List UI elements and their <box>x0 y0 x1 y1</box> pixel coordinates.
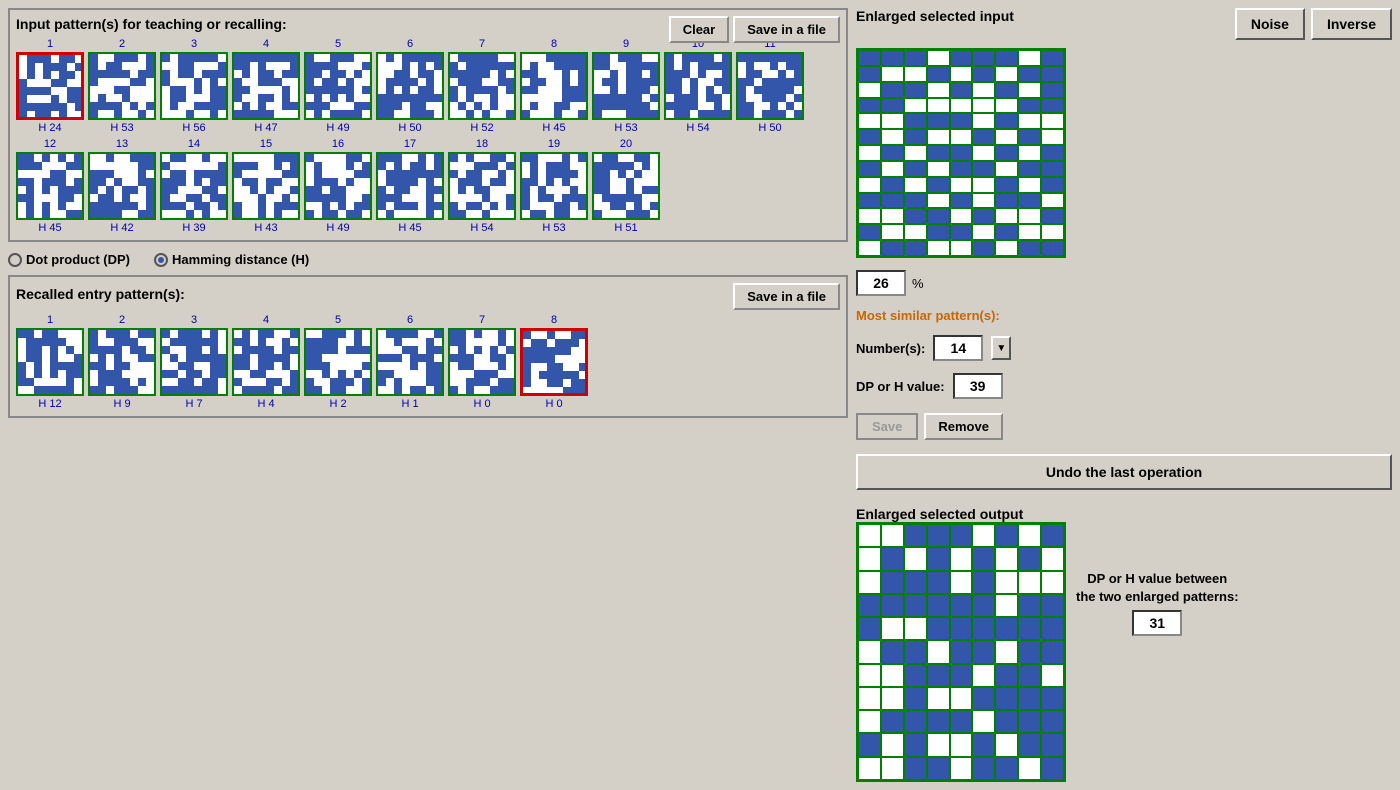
inverse-button[interactable]: Inverse <box>1311 8 1392 40</box>
save-file-button[interactable]: Save in a file <box>733 16 840 43</box>
output-pattern-3[interactable]: 3H 7 <box>160 314 228 410</box>
numbers-label: Number(s): <box>856 341 925 356</box>
input-pattern-6[interactable]: 6H 50 <box>376 38 444 134</box>
output-pattern-2[interactable]: 2H 9 <box>88 314 156 410</box>
enlarged-output-title: Enlarged selected output <box>856 506 1392 522</box>
noise-button[interactable]: Noise <box>1235 8 1305 40</box>
save-remove-row: Save Remove <box>856 413 1392 440</box>
enlarged-input-grid[interactable] <box>856 48 1066 258</box>
input-pattern-11[interactable]: 11H 50 <box>736 38 804 134</box>
input-section: Input pattern(s) for teaching or recalli… <box>8 8 848 242</box>
dp-h-label: DP or H value: <box>856 379 945 394</box>
remove-button[interactable]: Remove <box>924 413 1003 440</box>
input-pattern-8[interactable]: 8H 45 <box>520 38 588 134</box>
input-pattern-9[interactable]: 9H 53 <box>592 38 660 134</box>
dp-between-label: DP or H value betweenthe two enlarged pa… <box>1076 570 1239 606</box>
radio-row: Dot product (DP) Hamming distance (H) <box>8 252 848 267</box>
output-section: Recalled entry pattern(s): Save in a fil… <box>8 275 848 418</box>
numbers-row: Number(s): ▼ <box>856 335 1392 361</box>
input-pattern-1[interactable]: 1H 24 <box>16 38 84 134</box>
hamming-radio[interactable]: Hamming distance (H) <box>154 252 309 267</box>
save-button[interactable]: Save <box>856 413 918 440</box>
recalled-title: Recalled entry pattern(s): <box>16 286 185 302</box>
output-patterns-grid: 1H 122H 93H 74H 45H 26H 17H 08H 0 <box>16 314 840 410</box>
input-pattern-2[interactable]: 2H 53 <box>88 38 156 134</box>
output-save-file-button[interactable]: Save in a file <box>733 283 840 310</box>
input-pattern-3[interactable]: 3H 56 <box>160 38 228 134</box>
output-pattern-4[interactable]: 4H 4 <box>232 314 300 410</box>
most-similar-label: Most similar pattern(s): <box>856 308 1392 323</box>
input-pattern-20[interactable]: 20H 51 <box>592 138 660 234</box>
enlarged-output-section: Enlarged selected output DP or H value b… <box>856 506 1392 782</box>
input-pattern-4[interactable]: 4H 47 <box>232 38 300 134</box>
input-pattern-7[interactable]: 7H 52 <box>448 38 516 134</box>
input-pattern-14[interactable]: 14H 39 <box>160 138 228 234</box>
input-pattern-12[interactable]: 12H 45 <box>16 138 84 234</box>
output-pattern-6[interactable]: 6H 1 <box>376 314 444 410</box>
dp-between-input[interactable] <box>1132 610 1182 636</box>
input-patterns-grid: 1H 242H 533H 564H 475H 496H 507H 528H 45… <box>16 38 840 234</box>
output-pattern-1[interactable]: 1H 12 <box>16 314 84 410</box>
right-panel: Enlarged selected input Noise Inverse % … <box>856 8 1392 782</box>
output-pattern-8[interactable]: 8H 0 <box>520 314 588 410</box>
enlarged-input-title: Enlarged selected input <box>856 8 1014 24</box>
input-pattern-5[interactable]: 5H 49 <box>304 38 372 134</box>
undo-button[interactable]: Undo the last operation <box>856 454 1392 490</box>
top-right-buttons: Noise Inverse <box>1235 8 1392 40</box>
input-pattern-17[interactable]: 17H 45 <box>376 138 444 234</box>
input-pattern-13[interactable]: 13H 42 <box>88 138 156 234</box>
dot-product-label: Dot product (DP) <box>26 252 130 267</box>
input-pattern-15[interactable]: 15H 43 <box>232 138 300 234</box>
enlarged-output-grid[interactable] <box>856 522 1066 782</box>
output-pattern-7[interactable]: 7H 0 <box>448 314 516 410</box>
dot-product-circle[interactable] <box>8 253 22 267</box>
percent-row: % <box>856 270 1392 296</box>
input-pattern-18[interactable]: 18H 54 <box>448 138 516 234</box>
hamming-circle[interactable] <box>154 253 168 267</box>
input-top-buttons: Clear Save in a file <box>669 16 840 43</box>
output-pattern-5[interactable]: 5H 2 <box>304 314 372 410</box>
percent-symbol: % <box>912 276 924 291</box>
percent-input[interactable] <box>856 270 906 296</box>
dot-product-radio[interactable]: Dot product (DP) <box>8 252 130 267</box>
input-pattern-16[interactable]: 16H 49 <box>304 138 372 234</box>
dp-h-row: DP or H value: <box>856 373 1392 399</box>
clear-button[interactable]: Clear <box>669 16 730 43</box>
input-pattern-10[interactable]: 10H 54 <box>664 38 732 134</box>
numbers-input[interactable] <box>933 335 983 361</box>
numbers-dropdown[interactable]: ▼ <box>991 336 1011 360</box>
dp-h-input[interactable] <box>953 373 1003 399</box>
input-pattern-19[interactable]: 19H 53 <box>520 138 588 234</box>
hamming-label: Hamming distance (H) <box>172 252 309 267</box>
